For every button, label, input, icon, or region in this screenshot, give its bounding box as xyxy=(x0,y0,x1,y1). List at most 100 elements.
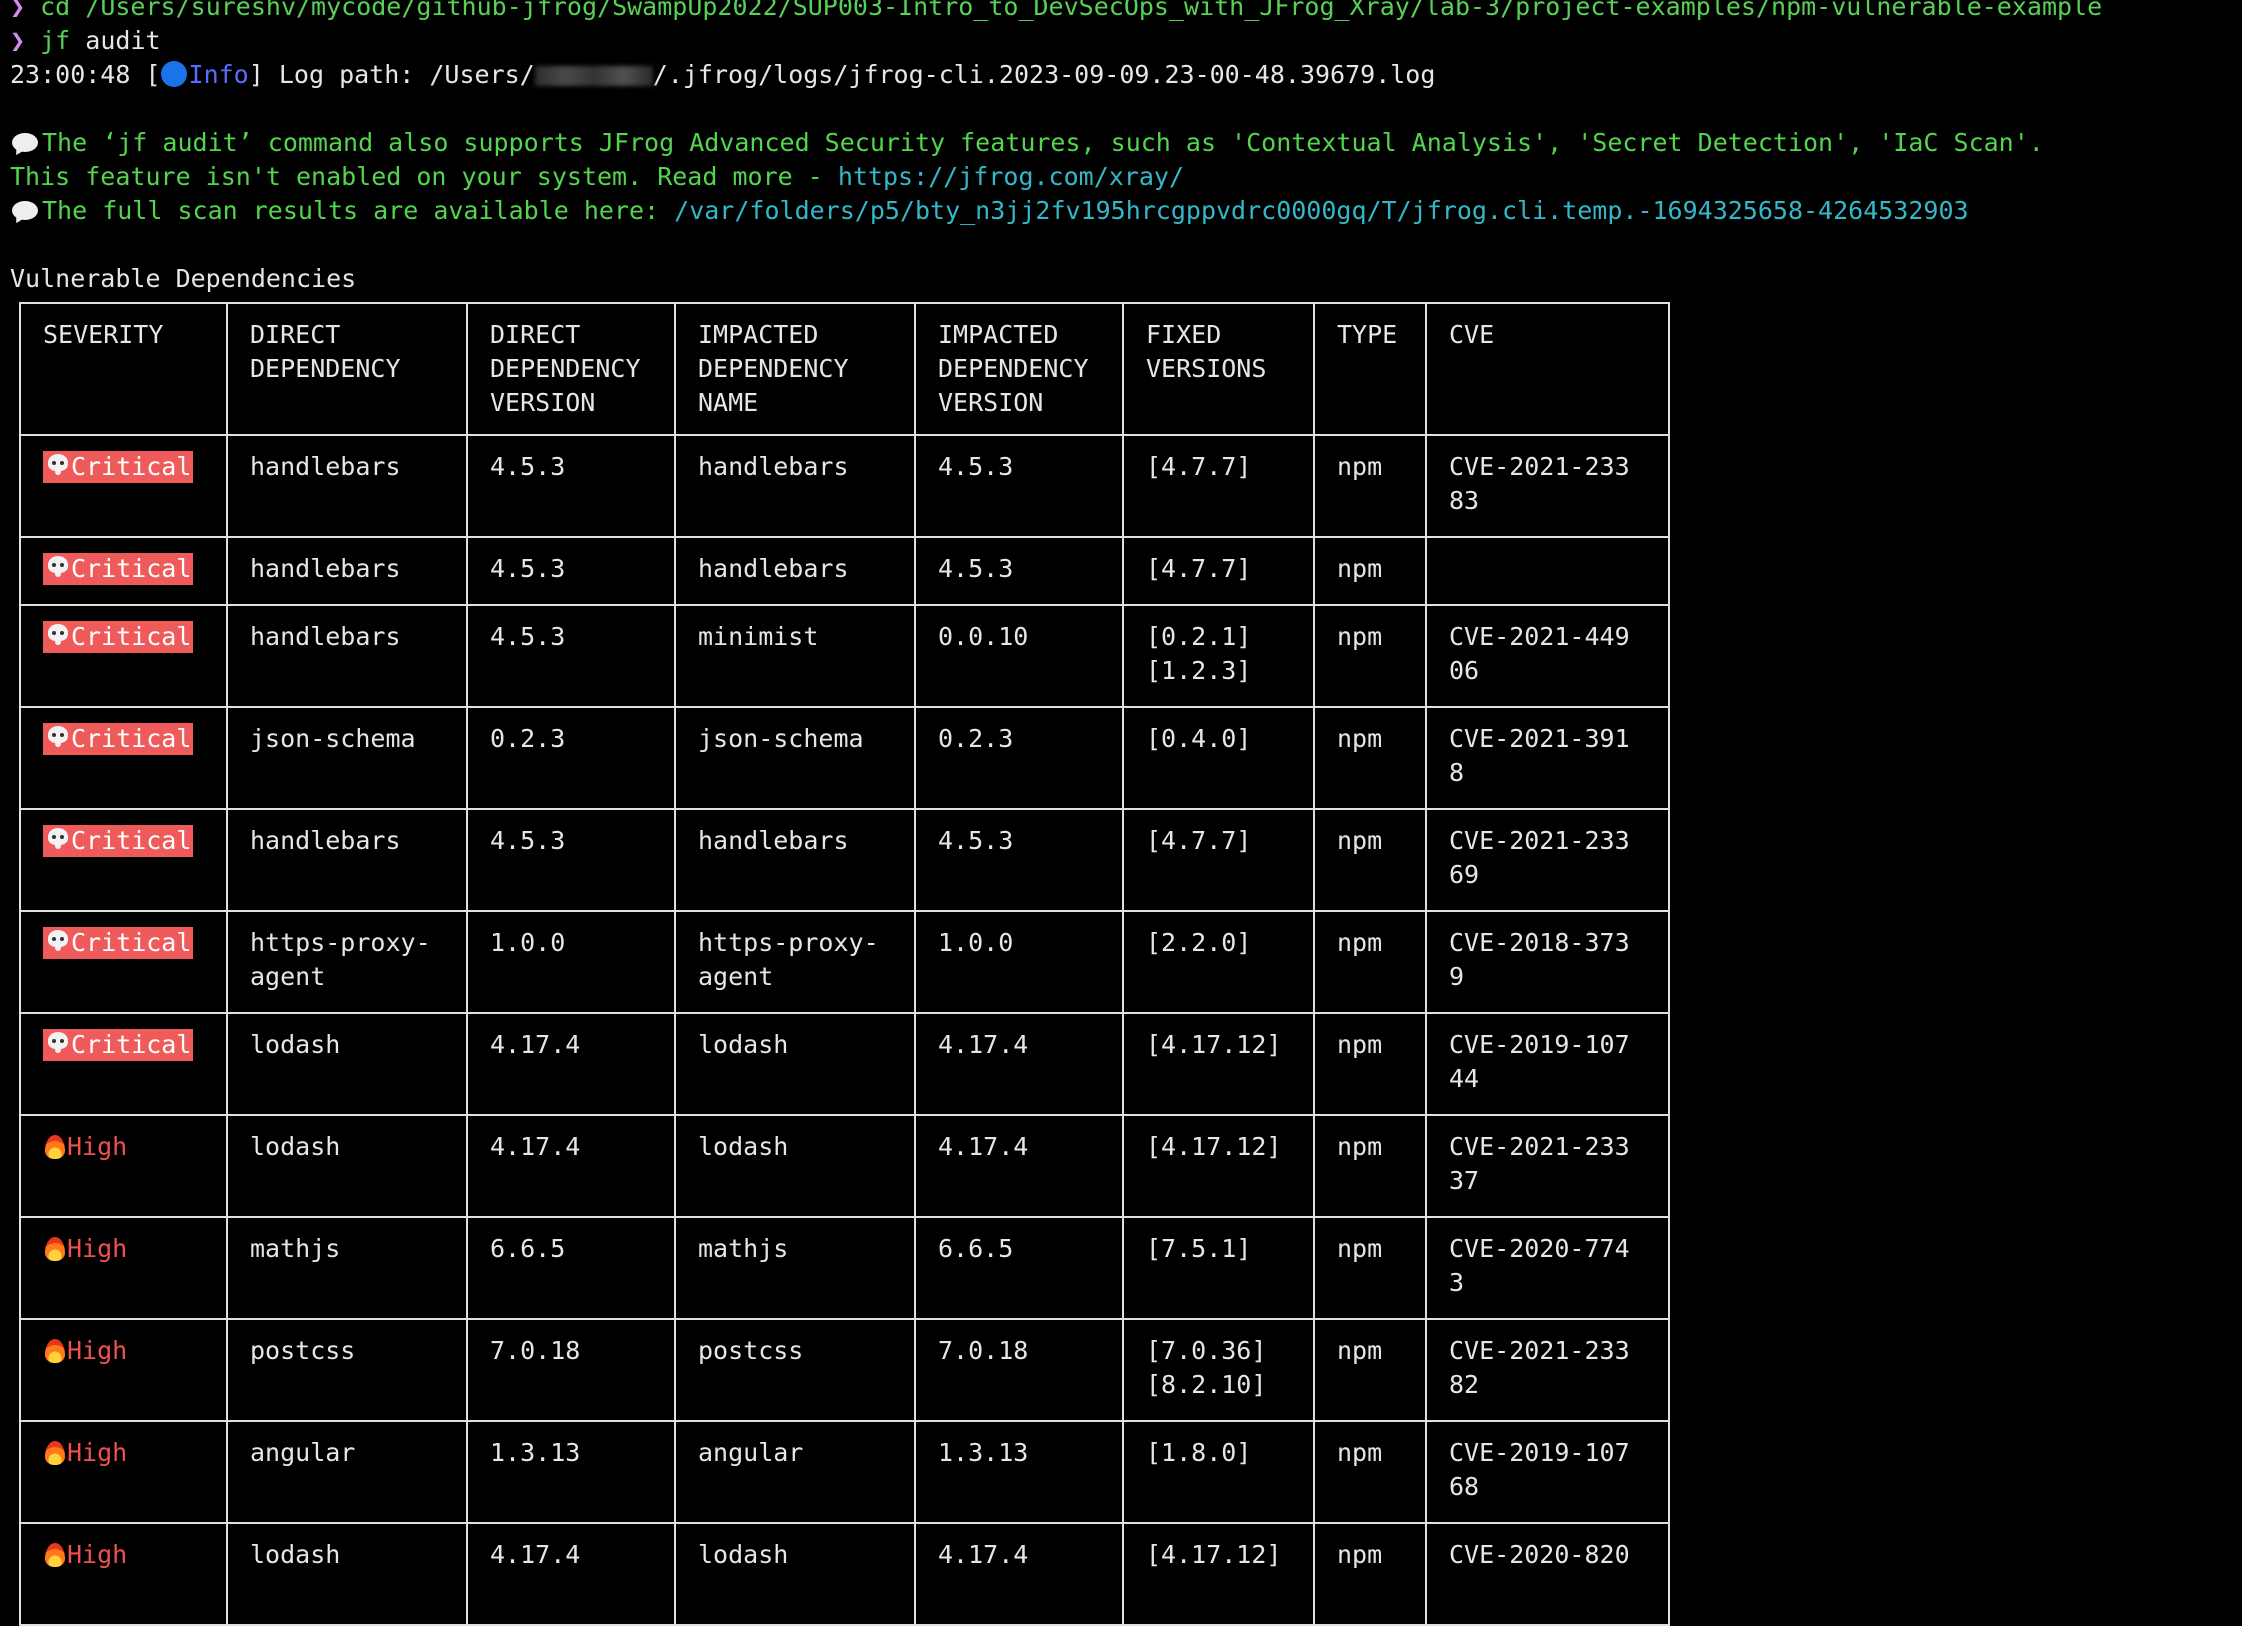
direct-version-cell: 1.3.13 xyxy=(466,1420,676,1524)
impacted-name-cell: mathjs xyxy=(674,1216,916,1320)
log-level: Info xyxy=(188,60,249,89)
direct-dependency-cell: lodash xyxy=(226,1114,468,1218)
severity-badge-critical: Critical xyxy=(43,1029,194,1061)
table-row: High postcss 7.0.18 postcss 7.0.18 [7.0.… xyxy=(19,1318,1670,1422)
header-impacted-dependency-name: IMPACTED DEPENDENCY NAME xyxy=(674,302,916,436)
direct-version-cell: 4.5.3 xyxy=(466,604,676,708)
table-row: Critical https-proxy- agent 1.0.0 https-… xyxy=(19,910,1670,1014)
severity-label-high: High xyxy=(43,1132,127,1161)
previous-command-line: ❯ cd /Users/sureshv/mycode/github-jfrog/… xyxy=(10,0,2242,24)
type-cell: npm xyxy=(1313,1114,1427,1218)
direct-dependency-cell: lodash xyxy=(226,1012,468,1116)
severity-badge-critical: Critical xyxy=(43,621,194,653)
severity-label-high: High xyxy=(43,1438,127,1467)
severity-cell: Critical xyxy=(19,536,228,606)
direct-version-cell: 4.5.3 xyxy=(466,434,676,538)
impacted-version-cell: 1.0.0 xyxy=(914,910,1124,1014)
cve-cell: CVE-2019-107 44 xyxy=(1425,1012,1670,1116)
type-cell: npm xyxy=(1313,1012,1427,1116)
header-cve: CVE xyxy=(1425,302,1670,436)
impacted-version-cell: 6.6.5 xyxy=(914,1216,1124,1320)
fixed-versions-cell: [2.2.0] xyxy=(1122,910,1315,1014)
log-text-after: /.jfrog/logs/jfrog-cli.2023-09-09.23-00-… xyxy=(652,60,1436,89)
type-cell: npm xyxy=(1313,604,1427,708)
cve-cell: CVE-2021-233 37 xyxy=(1425,1114,1670,1218)
fixed-versions-cell: [0.4.0] xyxy=(1122,706,1315,810)
severity-badge-critical: Critical xyxy=(43,723,194,755)
severity-badge-critical: Critical xyxy=(43,451,194,483)
direct-version-cell: 1.0.0 xyxy=(466,910,676,1014)
direct-version-cell: 0.2.3 xyxy=(466,706,676,810)
skull-icon xyxy=(45,623,71,649)
skull-icon xyxy=(45,827,71,853)
impacted-name-cell: handlebars xyxy=(674,536,916,606)
cve-cell: CVE-2020-820 xyxy=(1425,1522,1670,1626)
notice1-line2: This feature isn't enabled on your syste… xyxy=(10,162,838,191)
severity-label-high: High xyxy=(43,1336,127,1365)
severity-badge-critical: Critical xyxy=(43,553,194,585)
blue-circle-icon xyxy=(160,61,187,87)
direct-dependency-cell: mathjs xyxy=(226,1216,468,1320)
direct-version-cell: 4.17.4 xyxy=(466,1012,676,1116)
table-row: High angular 1.3.13 angular 1.3.13 [1.8.… xyxy=(19,1420,1670,1524)
cve-cell: CVE-2020-774 3 xyxy=(1425,1216,1670,1320)
impacted-version-cell: 4.5.3 xyxy=(914,434,1124,538)
fire-icon xyxy=(43,1438,67,1466)
header-direct-dependency: DIRECT DEPENDENCY xyxy=(226,302,468,436)
direct-version-cell: 4.17.4 xyxy=(466,1114,676,1218)
severity-cell: Critical xyxy=(19,706,228,810)
notice-full-results: The full scan results are available here… xyxy=(10,194,2242,228)
impacted-name-cell: handlebars xyxy=(674,808,916,912)
table-row: Critical json-schema 0.2.3 json-schema 0… xyxy=(19,706,1670,810)
fixed-versions-cell: [7.0.36] [8.2.10] xyxy=(1122,1318,1315,1422)
severity-cell: Critical xyxy=(19,1012,228,1116)
direct-version-cell: 7.0.18 xyxy=(466,1318,676,1422)
severity-cell: Critical xyxy=(19,808,228,912)
impacted-name-cell: lodash xyxy=(674,1012,916,1116)
header-fixed-versions: FIXED VERSIONS xyxy=(1122,302,1315,436)
fixed-versions-cell: [4.7.7] xyxy=(1122,808,1315,912)
header-direct-dependency-version: DIRECT DEPENDENCY VERSION xyxy=(466,302,676,436)
log-path-line: 23:00:48 [Info] Log path: /Users//.jfrog… xyxy=(10,60,1436,89)
direct-dependency-cell: lodash xyxy=(226,1522,468,1626)
fixed-versions-cell: [7.5.1] xyxy=(1122,1216,1315,1320)
impacted-version-cell: 4.5.3 xyxy=(914,536,1124,606)
table-row: Critical handlebars 4.5.3 minimist 0.0.1… xyxy=(19,604,1670,708)
impacted-name-cell: postcss xyxy=(674,1318,916,1422)
table-header-row: SEVERITY DIRECT DEPENDENCY DIRECT DEPEND… xyxy=(19,302,1670,436)
header-type: TYPE xyxy=(1313,302,1427,436)
impacted-name-cell: handlebars xyxy=(674,434,916,538)
section-title: Vulnerable Dependencies xyxy=(10,264,357,293)
table-row: Critical lodash 4.17.4 lodash 4.17.4 [4.… xyxy=(19,1012,1670,1116)
read-more-link[interactable]: https://jfrog.com/xray/ xyxy=(838,162,1184,191)
fixed-versions-cell: [4.7.7] xyxy=(1122,434,1315,538)
direct-dependency-cell: json-schema xyxy=(226,706,468,810)
severity-cell: High xyxy=(19,1318,228,1422)
impacted-version-cell: 4.17.4 xyxy=(914,1114,1124,1218)
table-row: High lodash 4.17.4 lodash 4.17.4 [4.17.1… xyxy=(19,1522,1670,1626)
direct-dependency-cell: handlebars xyxy=(226,604,468,708)
severity-cell: High xyxy=(19,1522,228,1626)
table-row: High mathjs 6.6.5 mathjs 6.6.5 [7.5.1] n… xyxy=(19,1216,1670,1320)
direct-dependency-cell: angular xyxy=(226,1420,468,1524)
type-cell: npm xyxy=(1313,706,1427,810)
direct-dependency-cell: https-proxy- agent xyxy=(226,910,468,1014)
type-cell: npm xyxy=(1313,1522,1427,1626)
header-impacted-dependency-version: IMPACTED DEPENDENCY VERSION xyxy=(914,302,1124,436)
fixed-versions-cell: [4.17.12] xyxy=(1122,1114,1315,1218)
header-severity: SEVERITY xyxy=(19,302,228,436)
results-path-link[interactable]: /var/folders/p5/bty_n3jj2fv195hrcgppvdrc… xyxy=(674,196,1968,225)
type-cell: npm xyxy=(1313,1420,1427,1524)
severity-badge-critical: Critical xyxy=(43,927,194,959)
type-cell: npm xyxy=(1313,1318,1427,1422)
impacted-name-cell: angular xyxy=(674,1420,916,1524)
direct-version-cell: 4.5.3 xyxy=(466,536,676,606)
direct-dependency-cell: handlebars xyxy=(226,536,468,606)
severity-label-high: High xyxy=(43,1540,127,1569)
type-cell: npm xyxy=(1313,910,1427,1014)
direct-version-cell: 6.6.5 xyxy=(466,1216,676,1320)
table-row: High lodash 4.17.4 lodash 4.17.4 [4.17.1… xyxy=(19,1114,1670,1218)
severity-cell: High xyxy=(19,1216,228,1320)
cve-cell: CVE-2021-449 06 xyxy=(1425,604,1670,708)
severity-cell: Critical xyxy=(19,910,228,1014)
